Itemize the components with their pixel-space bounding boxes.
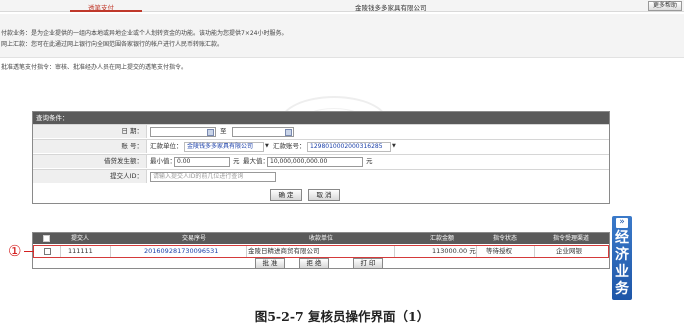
submitter-id-placeholder: 请输入提交人ID的前几位进行查询 — [153, 173, 244, 180]
side-tab-char: 经 — [615, 230, 629, 246]
column-header: 指令受理渠道 — [552, 235, 589, 242]
submitter-id-input[interactable]: 请输入提交人ID的前几位进行查询 — [150, 172, 276, 182]
cancel-button[interactable]: 取 消 — [308, 189, 340, 201]
submitter-label: 提交人ID： — [33, 170, 147, 183]
description-line-1: 付款业务：是为企业提供的一组内本地或异地企业或个人划转资金的功能。该功能为您提供… — [1, 30, 288, 37]
account-no-label: 汇款账号： — [273, 142, 306, 150]
approve-button[interactable]: 批 准 — [255, 258, 285, 269]
account-label: 账 号： — [33, 140, 147, 153]
chevron-down-icon[interactable]: ▼ — [265, 140, 269, 153]
max-unit: 元 — [366, 157, 373, 165]
column-header: 提交人 — [70, 235, 89, 242]
min-label: 最小值： — [150, 157, 176, 165]
min-unit: 元 — [233, 157, 240, 165]
row-serial-link[interactable]: 201609281730096531 — [144, 246, 218, 257]
unit-select[interactable]: 金陵钱多多家具有限公司 — [184, 142, 264, 152]
column-divider — [246, 246, 247, 257]
end-date-input[interactable] — [232, 127, 294, 137]
unit-label: 汇款单位： — [150, 142, 183, 150]
top-bar: 透笔支付 金陵钱多多家具有限公司 更多帮助 — [0, 0, 684, 12]
description-panel: 付款业务：是为企业提供的一组内本地或异地企业或个人划转资金的功能。该功能为您提供… — [0, 14, 684, 58]
table-header: 提交人 交易序号 收款单位 汇款金额 指令状态 指令受理渠道 — [33, 233, 609, 244]
row-status: 等待授权 — [486, 247, 512, 255]
calendar-icon[interactable] — [285, 129, 292, 136]
date-label: 日 期： — [33, 125, 147, 138]
table-row[interactable]: 111111 201609281730096531 金陵日精进商贸有限公司 11… — [33, 245, 609, 258]
calendar-icon[interactable] — [207, 129, 214, 136]
side-tab-char: 业 — [615, 264, 629, 280]
column-divider — [534, 246, 535, 257]
min-amount-input[interactable]: 0.00 — [174, 157, 230, 167]
row-submitter: 111111 — [68, 247, 93, 255]
row-checkbox[interactable] — [44, 248, 51, 255]
submitter-row: 提交人ID： 请输入提交人ID的前几位进行查询 — [33, 169, 609, 183]
confirm-button[interactable]: 确 定 — [270, 189, 302, 201]
company-name: 金陵钱多多家具有限公司 — [355, 4, 427, 12]
column-header: 指令状态 — [492, 235, 517, 242]
economic-business-side-tab[interactable]: » 经 济 业 务 — [612, 216, 632, 300]
max-amount-value: 10,000,000,000.00 — [270, 158, 328, 165]
row-channel: 企业网银 — [556, 247, 582, 255]
select-all-checkbox[interactable] — [43, 235, 50, 242]
chevron-down-icon[interactable]: ▼ — [392, 140, 396, 153]
active-tab-underline — [70, 10, 142, 12]
print-button[interactable]: 打 印 — [353, 258, 383, 269]
account-no-select[interactable]: 1298010002000316285 — [307, 142, 391, 152]
column-divider — [476, 246, 477, 257]
instruction-text: 批准透笔支付指令：审核、批准经办人员在网上提交的透笔支付指令。 — [1, 64, 188, 71]
expand-arrow-icon[interactable]: » — [616, 218, 628, 228]
side-tab-char: 务 — [615, 281, 629, 297]
max-amount-input[interactable]: 10,000,000,000.00 — [267, 157, 363, 167]
column-divider — [60, 246, 61, 257]
column-divider — [110, 246, 111, 257]
unit-select-value: 金陵钱多多家具有限公司 — [187, 143, 254, 150]
query-header: 查询条件： — [33, 112, 609, 124]
start-date-input[interactable] — [150, 127, 216, 137]
annotation-leader-line — [24, 251, 34, 252]
account-no-select-value: 1298010002000316285 — [310, 143, 383, 150]
date-row: 日 期： 至 — [33, 124, 609, 138]
more-help-button[interactable]: 更多帮助 — [648, 1, 682, 11]
amount-row: 借贷发生额： 最小值： 0.00 元 最大值： 10,000,000,000.0… — [33, 154, 609, 168]
date-separator: 至 — [220, 127, 227, 135]
column-header: 交易序号 — [181, 235, 206, 242]
min-amount-value: 0.00 — [177, 158, 191, 165]
annotation-marker: ① — [8, 242, 22, 260]
side-tab-char: 济 — [615, 247, 629, 263]
query-panel: 查询条件： 日 期： 至 账 号： 汇款单位： 金陵钱多多家具有限公司 ▼ 汇款… — [32, 111, 610, 204]
figure-caption: 图5-2-7 复核员操作界面（1） — [254, 309, 430, 324]
max-label: 最大值： — [243, 157, 269, 165]
description-line-2: 网上汇款：您可在此通过网上银行向全国范围各家银行的帐户进行人民币转账汇款。 — [1, 41, 224, 48]
account-row: 账 号： 汇款单位： 金陵钱多多家具有限公司 ▼ 汇款账号： 129801000… — [33, 139, 609, 153]
amount-label: 借贷发生额： — [33, 155, 147, 168]
column-header: 汇款金额 — [429, 235, 454, 242]
row-amount: 113000.00 元 — [432, 247, 476, 255]
reject-button[interactable]: 拒 绝 — [299, 258, 329, 269]
column-divider — [394, 246, 395, 257]
side-tab-label: 经 济 业 务 — [612, 230, 632, 298]
column-header: 收款单位 — [308, 235, 333, 242]
results-table: 提交人 交易序号 收款单位 汇款金额 指令状态 指令受理渠道 111111 20… — [32, 232, 610, 269]
row-payee: 金陵日精进商贸有限公司 — [248, 247, 320, 255]
